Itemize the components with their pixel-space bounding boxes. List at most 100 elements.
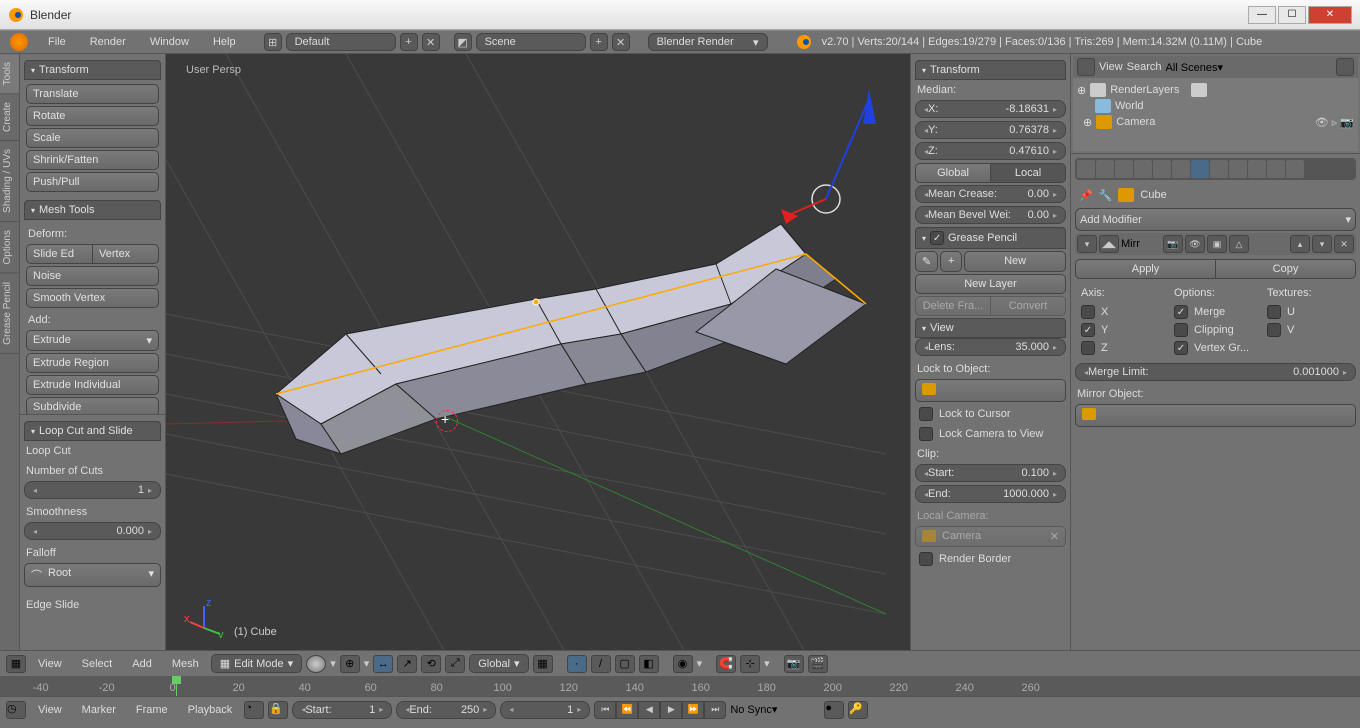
push-pull-button[interactable]: Push/Pull bbox=[26, 172, 159, 192]
manipulator-scale-icon[interactable]: ⤢ bbox=[445, 655, 465, 673]
scale-button[interactable]: Scale bbox=[26, 128, 159, 148]
play-button[interactable]: ▶ bbox=[660, 701, 682, 719]
mirror-merge-checkbox[interactable] bbox=[1174, 305, 1188, 319]
mirror-vgroup-checkbox[interactable] bbox=[1174, 341, 1188, 355]
scene-dropdown[interactable]: Scene bbox=[476, 33, 586, 51]
mirror-v-checkbox[interactable] bbox=[1267, 323, 1281, 337]
gp-pencil-icon[interactable]: ✎ bbox=[915, 251, 938, 272]
mod-show-cage-icon[interactable]: △ bbox=[1229, 235, 1249, 253]
prop-tab-render-layers[interactable] bbox=[1096, 160, 1114, 178]
prop-tab-material[interactable] bbox=[1229, 160, 1247, 178]
modifier-copy-button[interactable]: Copy bbox=[1216, 259, 1356, 279]
outliner-view-menu[interactable]: View bbox=[1099, 61, 1123, 73]
smooth-vertex-button[interactable]: Smooth Vertex bbox=[26, 288, 159, 308]
screen-layout-dropdown[interactable]: Default bbox=[286, 33, 396, 51]
opengl-anim-icon[interactable]: 🎬 bbox=[808, 655, 828, 673]
render-engine-dropdown[interactable]: Blender Render▾ bbox=[648, 33, 768, 51]
mod-show-editmode-icon[interactable]: ▣ bbox=[1207, 235, 1227, 253]
sync-dropdown[interactable]: No Sync▾ bbox=[730, 703, 820, 716]
tl-menu-view[interactable]: View bbox=[30, 702, 70, 718]
editor-type-icon[interactable]: ▦ bbox=[6, 655, 26, 673]
snap-target-icon[interactable]: ⊹ bbox=[740, 655, 760, 673]
prop-tab-particles[interactable] bbox=[1267, 160, 1285, 178]
gp-delete-frame-button[interactable]: Delete Fra... bbox=[915, 296, 991, 316]
mean-crease-field[interactable]: Mean Crease:0.00 bbox=[915, 185, 1066, 203]
local-camera-field[interactable]: Camera✕ bbox=[915, 526, 1066, 547]
timeline-end-field[interactable]: End:250 bbox=[396, 701, 496, 719]
layout-add-button[interactable]: + bbox=[400, 33, 418, 51]
tab-grease-pencil[interactable]: Grease Pencil bbox=[0, 274, 19, 354]
tab-tools[interactable]: Tools bbox=[0, 54, 19, 94]
outliner-display-dropdown[interactable]: All Scenes▾ bbox=[1166, 61, 1332, 74]
prop-tab-scene[interactable] bbox=[1115, 160, 1133, 178]
prop-tab-data[interactable] bbox=[1210, 160, 1228, 178]
jump-end-button[interactable]: ⏭ bbox=[704, 701, 726, 719]
translate-button[interactable]: Translate bbox=[26, 84, 159, 104]
viewport-3d[interactable]: User Persp z y x (1) Cube bbox=[166, 54, 910, 650]
extrude-dropdown[interactable]: Extrude▾ bbox=[26, 330, 159, 351]
mirror-u-checkbox[interactable] bbox=[1267, 305, 1281, 319]
mirror-object-field[interactable] bbox=[1075, 404, 1356, 427]
close-button[interactable]: ✕ bbox=[1308, 6, 1352, 24]
tree-world[interactable]: World bbox=[1077, 98, 1354, 114]
menu-render[interactable]: Render bbox=[80, 34, 136, 50]
mod-show-render-icon[interactable]: 📷 bbox=[1163, 235, 1183, 253]
minimize-button[interactable]: — bbox=[1248, 6, 1276, 24]
transform-panel-header[interactable]: Transform bbox=[24, 60, 161, 80]
mirror-z-checkbox[interactable] bbox=[1081, 341, 1095, 355]
mirror-clipping-checkbox[interactable] bbox=[1174, 323, 1188, 337]
menu-window[interactable]: Window bbox=[140, 34, 199, 50]
median-y-field[interactable]: Y:0.76378 bbox=[915, 121, 1066, 139]
gp-enable-checkbox[interactable] bbox=[930, 231, 944, 245]
layout-browse-icon[interactable]: ⊞ bbox=[264, 33, 282, 51]
tl-menu-marker[interactable]: Marker bbox=[74, 702, 124, 718]
tl-menu-playback[interactable]: Playback bbox=[180, 702, 241, 718]
npanel-transform-header[interactable]: Transform bbox=[915, 60, 1066, 80]
select-edge-icon[interactable]: / bbox=[591, 655, 611, 673]
select-vertex-icon[interactable]: · bbox=[567, 655, 587, 673]
jump-start-button[interactable]: ⏮ bbox=[594, 701, 616, 719]
keyframe-prev-button[interactable]: ⏪ bbox=[616, 701, 638, 719]
tab-shading-uvs[interactable]: Shading / UVs bbox=[0, 141, 19, 222]
timeline-editor-icon[interactable]: ◷ bbox=[6, 701, 26, 719]
clip-start-field[interactable]: Start:0.100 bbox=[915, 464, 1066, 482]
clip-end-field[interactable]: End:1000.000 bbox=[915, 485, 1066, 503]
merge-limit-field[interactable]: Merge Limit:0.001000 bbox=[1075, 363, 1356, 381]
scene-add-button[interactable]: + bbox=[590, 33, 608, 51]
gp-convert-button[interactable]: Convert bbox=[991, 296, 1066, 316]
scene-browse-icon[interactable]: ◩ bbox=[454, 33, 472, 51]
mod-delete-icon[interactable]: ✕ bbox=[1334, 235, 1354, 253]
tl-menu-frame[interactable]: Frame bbox=[128, 702, 176, 718]
manipulator-translate-icon[interactable]: ↗ bbox=[397, 655, 417, 673]
noise-button[interactable]: Noise bbox=[26, 266, 159, 286]
menu-file[interactable]: File bbox=[38, 34, 76, 50]
autokey-icon[interactable]: ● bbox=[824, 701, 844, 719]
layers-button-1[interactable]: ▦ bbox=[533, 655, 553, 673]
manipulator-toggle-icon[interactable]: ↔ bbox=[373, 655, 393, 673]
lock-camera-checkbox[interactable] bbox=[919, 427, 933, 441]
timeline-playhead[interactable] bbox=[176, 676, 177, 696]
extrude-individual-button[interactable]: Extrude Individual bbox=[26, 375, 159, 395]
menu-help[interactable]: Help bbox=[203, 34, 246, 50]
prop-tab-constraints[interactable] bbox=[1172, 160, 1190, 178]
mesh-tools-panel-header[interactable]: Mesh Tools bbox=[24, 200, 161, 220]
keying-set-icon[interactable]: 🔑 bbox=[848, 701, 868, 719]
prop-tab-modifiers[interactable] bbox=[1191, 160, 1209, 178]
timeline-ruler[interactable]: -40-200204060801001201401601802002202402… bbox=[0, 676, 1360, 696]
gp-add-icon[interactable]: + bbox=[940, 251, 962, 272]
median-x-field[interactable]: X:-8.18631 bbox=[915, 100, 1066, 118]
outliner-filter-icon[interactable] bbox=[1336, 58, 1354, 76]
limit-visible-icon[interactable]: ◧ bbox=[639, 655, 659, 673]
pivot-dropdown-icon[interactable]: ⊕ bbox=[340, 655, 360, 673]
shrink-fatten-button[interactable]: Shrink/Fatten bbox=[26, 150, 159, 170]
mirror-x-checkbox[interactable] bbox=[1081, 305, 1095, 319]
num-cuts-field[interactable]: 1 bbox=[24, 481, 161, 499]
snap-icon[interactable]: 🧲 bbox=[716, 655, 736, 673]
opengl-render-icon[interactable]: 📷 bbox=[784, 655, 804, 673]
pin-icon[interactable]: 📌 bbox=[1079, 189, 1093, 202]
extrude-region-button[interactable]: Extrude Region bbox=[26, 353, 159, 373]
operator-panel-header[interactable]: Loop Cut and Slide bbox=[24, 421, 161, 441]
space-global-button[interactable]: Global bbox=[915, 163, 991, 183]
tab-options[interactable]: Options bbox=[0, 222, 19, 273]
maximize-button[interactable]: ☐ bbox=[1278, 6, 1306, 24]
